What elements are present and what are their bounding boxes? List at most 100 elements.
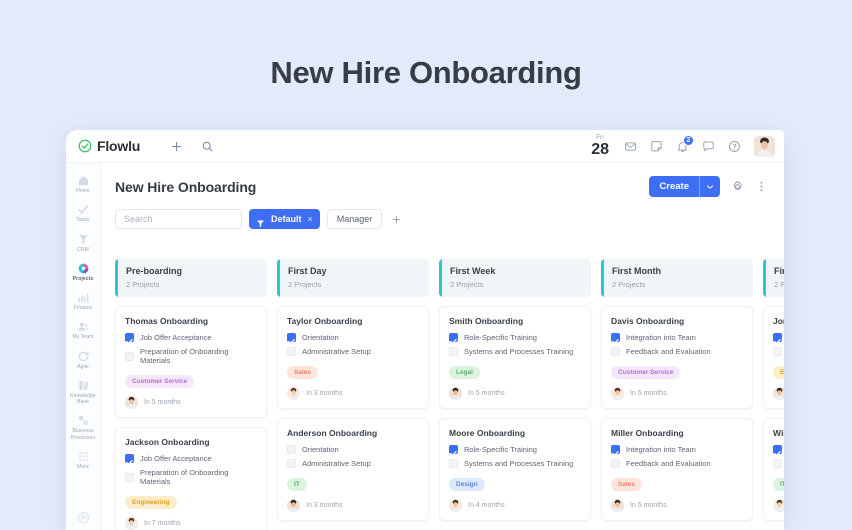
checkbox-checked-icon[interactable] xyxy=(125,333,134,344)
checklist-item[interactable]: Feedback and Evaluation xyxy=(611,459,743,468)
checkbox-unchecked-icon[interactable] xyxy=(773,459,782,468)
checklist-item[interactable]: Role-Specific Training xyxy=(449,445,581,456)
project-card[interactable]: Smith Onboarding Role-Specific Training Sy… xyxy=(439,306,591,409)
project-card[interactable]: Jones Onboarding Performance Review Career… xyxy=(763,306,784,409)
column-header[interactable]: First Week 2 Projects xyxy=(439,259,591,297)
checklist-item[interactable]: Orientation xyxy=(287,333,419,344)
sidebar-item-more[interactable]: More xyxy=(66,445,100,474)
sidebar-item-agile[interactable]: Agile xyxy=(66,345,100,374)
checkbox-checked-icon[interactable] xyxy=(611,445,620,456)
card-tag[interactable]: Legal xyxy=(449,366,480,379)
sidebar-item-crm[interactable]: CRM xyxy=(66,228,100,257)
project-card[interactable]: Thomas Onboarding Job Offer Acceptance Pre… xyxy=(115,306,267,418)
checkbox-unchecked-icon[interactable] xyxy=(449,459,458,468)
column-header[interactable]: First Day 2 Projects xyxy=(277,259,429,297)
checkbox-unchecked-icon[interactable] xyxy=(611,347,620,356)
assignee-avatar[interactable] xyxy=(611,499,624,512)
date-widget[interactable]: Fri 28 xyxy=(591,135,609,158)
project-card[interactable]: Wilson Onboarding Performance Review Caree… xyxy=(763,418,784,521)
card-tag[interactable]: Customer Service xyxy=(125,375,195,388)
checklist-item[interactable]: Preparation of Onboarding Materials xyxy=(125,347,257,365)
search-input[interactable] xyxy=(124,214,233,224)
assignee-avatar[interactable] xyxy=(773,387,784,400)
sidebar-item-tasks[interactable]: Tasks xyxy=(66,198,100,227)
checklist-item[interactable]: Preparation of Onboarding Materials xyxy=(125,468,257,486)
project-card[interactable]: Moore Onboarding Role-Specific Training Sy… xyxy=(439,418,591,521)
column-header[interactable]: First Quarter 2 Projects xyxy=(763,259,784,297)
assignee-avatar[interactable] xyxy=(125,396,138,409)
chat-icon[interactable] xyxy=(702,140,715,153)
project-card[interactable]: Anderson Onboarding Orientation Administra… xyxy=(277,418,429,521)
project-card[interactable]: Taylor Onboarding Orientation Administrati… xyxy=(277,306,429,409)
card-tag[interactable]: IT xyxy=(287,478,307,491)
checkbox-unchecked-icon[interactable] xyxy=(125,472,134,482)
notes-icon[interactable] xyxy=(650,140,663,153)
mail-icon[interactable] xyxy=(624,140,637,153)
card-tag[interactable]: Sales xyxy=(287,366,318,379)
checkbox-checked-icon[interactable] xyxy=(773,445,782,456)
sidebar-item-projects[interactable]: Projects xyxy=(66,257,100,286)
checkbox-checked-icon[interactable] xyxy=(287,333,296,344)
assignee-avatar[interactable] xyxy=(125,517,138,530)
notifications[interactable]: 2 xyxy=(676,134,694,153)
chevron-down-icon[interactable] xyxy=(700,183,720,191)
checkbox-unchecked-icon[interactable] xyxy=(287,445,296,454)
add-filter-button[interactable]: + xyxy=(389,212,403,226)
checklist-item[interactable]: Orientation xyxy=(287,445,419,454)
card-tag[interactable]: Customer Service xyxy=(611,366,681,379)
checkbox-unchecked-icon[interactable] xyxy=(449,347,458,356)
assignee-avatar[interactable] xyxy=(773,499,784,512)
sidebar-item-business-processes[interactable]: Business Processes xyxy=(66,409,100,445)
checkbox-checked-icon[interactable] xyxy=(449,333,458,344)
assignee-avatar[interactable] xyxy=(611,387,624,400)
sidebar-item-finance[interactable]: Finance xyxy=(66,286,100,315)
card-tag[interactable]: Design xyxy=(449,478,485,491)
checklist-item[interactable]: Feedback and Evaluation xyxy=(611,347,743,356)
avatar[interactable] xyxy=(754,135,775,157)
brand-logo[interactable]: Flowlu xyxy=(66,138,170,154)
search-field[interactable] xyxy=(115,209,242,229)
filter-chip-default[interactable]: Default × xyxy=(249,209,320,229)
checklist-item[interactable]: Systems and Processes Training xyxy=(449,459,581,468)
checkbox-checked-icon[interactable] xyxy=(773,333,782,344)
card-tag[interactable]: Engineering xyxy=(125,496,177,509)
card-tag[interactable]: IT xyxy=(773,478,784,491)
checklist-item[interactable]: Job Offer Acceptance xyxy=(125,454,257,465)
checkbox-checked-icon[interactable] xyxy=(611,333,620,344)
project-card[interactable]: Davis Onboarding Integration into Team Fee… xyxy=(601,306,753,409)
checklist-item[interactable]: Career Planning xyxy=(773,347,784,356)
search-icon[interactable] xyxy=(201,140,214,153)
checklist-item[interactable]: Job Offer Acceptance xyxy=(125,333,257,344)
checklist-item[interactable]: Career Planning xyxy=(773,459,784,468)
card-tag[interactable]: Sales xyxy=(611,478,642,491)
checkbox-checked-icon[interactable] xyxy=(449,445,458,456)
plus-icon[interactable] xyxy=(170,140,183,153)
sidebar-item-home[interactable]: Home xyxy=(66,169,100,198)
checkbox-unchecked-icon[interactable] xyxy=(125,351,134,361)
project-card[interactable]: Miller Onboarding Integration into Team Fe… xyxy=(601,418,753,521)
checklist-item[interactable]: Administrative Setup xyxy=(287,459,419,468)
sidebar-item-my-team[interactable]: My Team xyxy=(66,315,100,344)
create-button[interactable]: Create xyxy=(649,176,720,197)
checklist-item[interactable]: Systems and Processes Training xyxy=(449,347,581,356)
checklist-item[interactable]: Administrative Setup xyxy=(287,347,419,356)
assignee-avatar[interactable] xyxy=(287,499,300,512)
checklist-item[interactable]: Performance Review xyxy=(773,445,784,456)
checkbox-unchecked-icon[interactable] xyxy=(287,347,296,356)
checklist-item[interactable]: Performance Review xyxy=(773,333,784,344)
close-icon[interactable]: × xyxy=(308,214,313,224)
project-card[interactable]: Jackson Onboarding Job Offer Acceptance Pr… xyxy=(115,427,267,530)
assignee-avatar[interactable] xyxy=(449,387,462,400)
assignee-avatar[interactable] xyxy=(449,499,462,512)
gear-icon[interactable] xyxy=(731,180,744,193)
checklist-item[interactable]: Integration into Team xyxy=(611,333,743,344)
more-vertical-icon[interactable] xyxy=(755,180,768,193)
card-tag[interactable]: Engineering xyxy=(773,366,784,379)
sidebar-item-knowledge-base[interactable]: Knowledge Base xyxy=(66,374,100,410)
filter-chip-manager[interactable]: Manager xyxy=(326,209,383,229)
checklist-item[interactable]: Role-Specific Training xyxy=(449,333,581,344)
column-header[interactable]: Pre-boarding 2 Projects xyxy=(115,259,267,297)
column-header[interactable]: First Month 2 Projects xyxy=(601,259,753,297)
help-icon[interactable] xyxy=(728,140,741,153)
checkbox-unchecked-icon[interactable] xyxy=(611,459,620,468)
